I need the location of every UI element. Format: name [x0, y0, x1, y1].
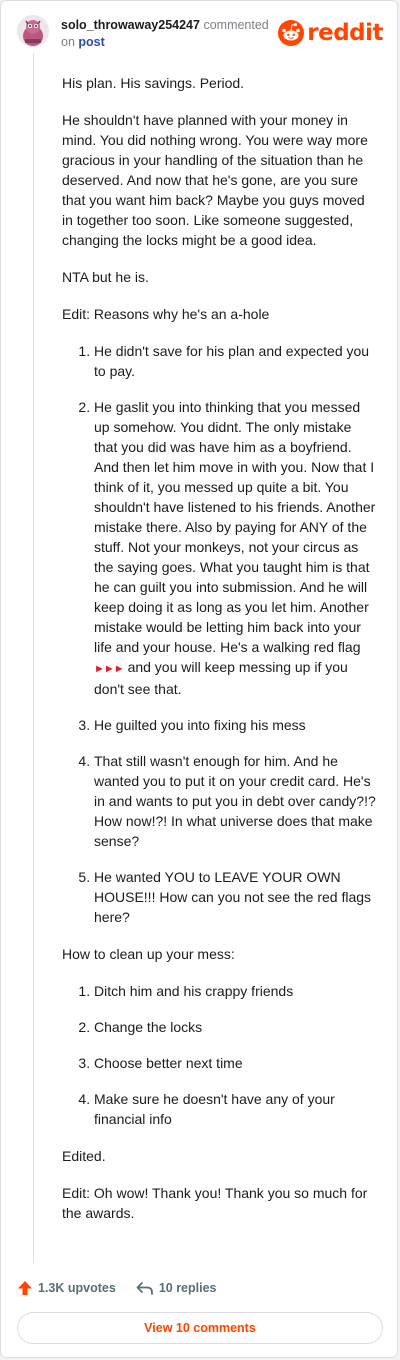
view-comments-label: View 10 comments: [144, 1321, 256, 1335]
thread-line[interactable]: [33, 53, 34, 1263]
comment-footer: 1.3K upvotes 10 replies: [17, 1277, 237, 1299]
reason-text: He guilted you into fixing his mess: [94, 717, 306, 733]
reasons-list: He didn't save for his plan and expected…: [62, 341, 377, 927]
view-comments-button[interactable]: View 10 comments: [17, 1312, 383, 1344]
reply-arrow-icon: [136, 1282, 153, 1295]
red-flag-icon: ►►►: [94, 663, 125, 675]
list-item: Choose better next time: [94, 1053, 377, 1073]
reply-button[interactable]: 10 replies: [136, 1280, 217, 1296]
cleanup-heading: How to clean up your mess:: [62, 946, 235, 962]
comment-header: solo_throwaway254247 commented on post r…: [17, 15, 383, 55]
cleanup-text: Make sure he doesn't have any of your fi…: [94, 1091, 335, 1127]
cleanup-text: Change the locks: [94, 1019, 203, 1035]
reason-text: He wanted YOU to LEAVE YOUR OWN HOUSE!!!…: [94, 869, 372, 925]
list-item: He wanted YOU to LEAVE YOUR OWN HOUSE!!!…: [94, 867, 377, 927]
reddit-wordmark: reddit: [307, 20, 383, 46]
username-link[interactable]: solo_throwaway254247: [61, 18, 200, 32]
avatar-icon: [17, 15, 49, 47]
paragraph: His plan. His savings. Period.: [62, 75, 245, 91]
list-item: He gaslit you into thinking that you mes…: [94, 397, 377, 699]
reply-count: 10 replies: [158, 1281, 217, 1295]
post-link[interactable]: post: [78, 35, 104, 49]
on-text: on: [61, 35, 75, 49]
comment-body: His plan. His savings. Period. He should…: [62, 73, 377, 1240]
reddit-logo[interactable]: reddit: [278, 19, 383, 47]
upvote-arrow-icon: [18, 1281, 32, 1295]
list-item: Change the locks: [94, 1017, 377, 1037]
upvote-count: 1.3K upvotes: [38, 1281, 116, 1295]
cleanup-list: Ditch him and his crappy friends Change …: [62, 981, 377, 1129]
paragraph: Edit: Reasons why he's an a-hole: [62, 306, 270, 322]
reason-text: That still wasn't enough for him. And he…: [94, 753, 376, 849]
commented-text: commented: [203, 18, 269, 32]
paragraph: He shouldn't have planned with your mone…: [62, 112, 368, 248]
list-item: He guilted you into fixing his mess: [94, 715, 377, 735]
reason-text: He didn't save for his plan and expected…: [94, 343, 370, 379]
list-item: Ditch him and his crappy friends: [94, 981, 377, 1001]
user-avatar[interactable]: [17, 15, 49, 47]
comment-card: solo_throwaway254247 commented on post r…: [0, 0, 398, 1358]
cleanup-text: Ditch him and his crappy friends: [94, 983, 294, 999]
upvote-button[interactable]: 1.3K upvotes: [17, 1280, 116, 1296]
edited-note: Edited.: [62, 1148, 106, 1164]
reason-text: and you will keep messing up if you don'…: [94, 659, 348, 697]
reddit-alien-icon: [278, 20, 305, 46]
list-item: He didn't save for his plan and expected…: [94, 341, 377, 381]
final-edit-note: Edit: Oh wow! Thank you! Thank you so mu…: [62, 1185, 368, 1221]
list-item: Make sure he doesn't have any of your fi…: [94, 1089, 377, 1129]
reason-text: He gaslit you into thinking that you mes…: [94, 399, 376, 655]
cleanup-text: Choose better next time: [94, 1055, 243, 1071]
paragraph: NTA but he is.: [62, 269, 149, 285]
list-item: That still wasn't enough for him. And he…: [94, 751, 377, 851]
comment-meta: solo_throwaway254247 commented on post: [61, 17, 291, 51]
